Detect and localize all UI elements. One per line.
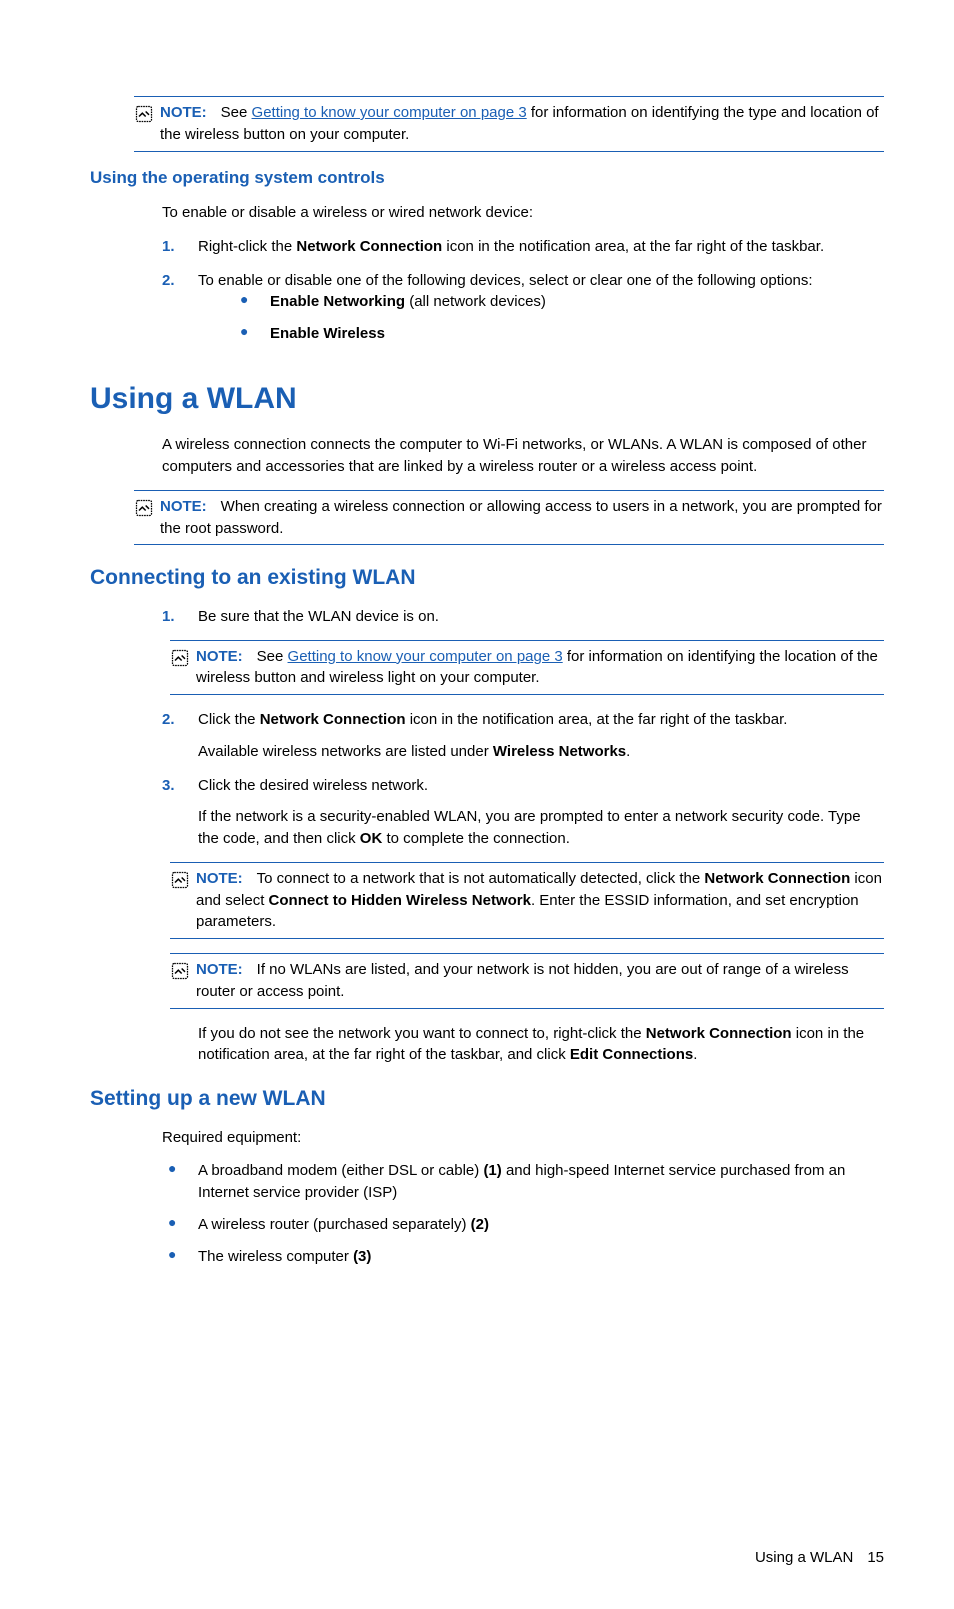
page-footer: Using a WLAN 15 <box>90 1547 884 1569</box>
step-text: Right-click the Network Connection icon … <box>198 236 884 258</box>
step-text: Be sure that the WLAN device is on. <box>198 606 884 628</box>
note-content: NOTE:See Getting to know your computer o… <box>196 646 884 690</box>
steps-os: 1. Right-click the Network Connection ic… <box>162 236 884 355</box>
step-item: 1. Right-click the Network Connection ic… <box>162 236 884 258</box>
option-item: ●Enable Networking (all network devices) <box>234 291 884 313</box>
paragraph-os-intro: To enable or disable a wireless or wired… <box>162 202 884 224</box>
bullet-icon: ● <box>162 1160 198 1204</box>
note-content: NOTE:To connect to a network that is not… <box>196 868 884 933</box>
note-content: NOTE: See Getting to know your computer o… <box>160 102 884 146</box>
note-box-2: NOTE:When creating a wireless connection… <box>134 490 884 546</box>
xref-link[interactable]: Getting to know your computer on page 3 <box>252 104 527 121</box>
note-label: NOTE: <box>160 104 207 121</box>
step-text: Click the desired wireless network. If t… <box>198 775 884 850</box>
heading-setup: Setting up a new WLAN <box>90 1084 884 1114</box>
footer-text: Using a WLAN <box>755 1549 853 1566</box>
note-icon <box>170 648 192 675</box>
note-box-3: NOTE:See Getting to know your computer o… <box>170 640 884 696</box>
bullet-icon: ● <box>234 323 270 345</box>
step-subtext: If the network is a security-enabled WLA… <box>198 806 884 850</box>
note-box-1: NOTE: See Getting to know your computer o… <box>134 96 884 152</box>
step-item: 3. Click the desired wireless network. I… <box>162 775 884 850</box>
note-icon <box>170 961 192 988</box>
step-subtext: Available wireless networks are listed u… <box>198 741 884 763</box>
page-number: 15 <box>867 1549 884 1566</box>
step-number: 1. <box>162 236 198 258</box>
option-item: ●Enable Wireless <box>234 323 884 345</box>
bullet-icon: ● <box>162 1246 198 1268</box>
note-label: NOTE: <box>196 961 243 978</box>
note-icon <box>170 870 192 897</box>
note-text: When creating a wireless connection or a… <box>160 498 882 537</box>
equipment-list: ●A broadband modem (either DSL or cable)… <box>162 1160 884 1267</box>
bullet-icon: ● <box>162 1214 198 1236</box>
note-label: NOTE: <box>196 648 243 665</box>
step-item: 2. Click the Network Connection icon in … <box>162 709 884 763</box>
note-label: NOTE: <box>160 498 207 515</box>
note-box-4: NOTE:To connect to a network that is not… <box>170 862 884 939</box>
option-list: ●Enable Networking (all network devices)… <box>234 291 884 345</box>
note-content: NOTE:If no WLANs are listed, and your ne… <box>196 959 884 1003</box>
note-icon <box>134 498 156 525</box>
list-item: ●The wireless computer (3) <box>162 1246 884 1268</box>
steps-connect-cont: 2. Click the Network Connection icon in … <box>162 709 884 850</box>
paragraph-required: Required equipment: <box>162 1127 884 1149</box>
note-label: NOTE: <box>196 870 243 887</box>
heading-os-controls: Using the operating system controls <box>90 166 884 191</box>
step-text: To enable or disable one of the followin… <box>198 270 884 355</box>
note-box-5: NOTE:If no WLANs are listed, and your ne… <box>170 953 884 1009</box>
note-icon <box>134 104 156 131</box>
step-number: 1. <box>162 606 198 628</box>
list-item: ●A broadband modem (either DSL or cable)… <box>162 1160 884 1204</box>
step-number: 2. <box>162 270 198 355</box>
paragraph-edit-connections: If you do not see the network you want t… <box>198 1023 884 1067</box>
step-text: Click the Network Connection icon in the… <box>198 709 884 763</box>
list-item: ●A wireless router (purchased separately… <box>162 1214 884 1236</box>
heading-using-wlan: Using a WLAN <box>90 377 884 421</box>
steps-connect: 1. Be sure that the WLAN device is on. <box>162 606 884 628</box>
step-item: 2. To enable or disable one of the follo… <box>162 270 884 355</box>
bullet-icon: ● <box>234 291 270 313</box>
xref-link[interactable]: Getting to know your computer on page 3 <box>288 648 563 665</box>
step-number: 3. <box>162 775 198 850</box>
step-item: 1. Be sure that the WLAN device is on. <box>162 606 884 628</box>
note-text-pre: See <box>221 104 252 121</box>
heading-connecting: Connecting to an existing WLAN <box>90 563 884 593</box>
note-content: NOTE:When creating a wireless connection… <box>160 496 884 540</box>
step-number: 2. <box>162 709 198 763</box>
paragraph-wlan-intro: A wireless connection connects the compu… <box>162 434 884 478</box>
